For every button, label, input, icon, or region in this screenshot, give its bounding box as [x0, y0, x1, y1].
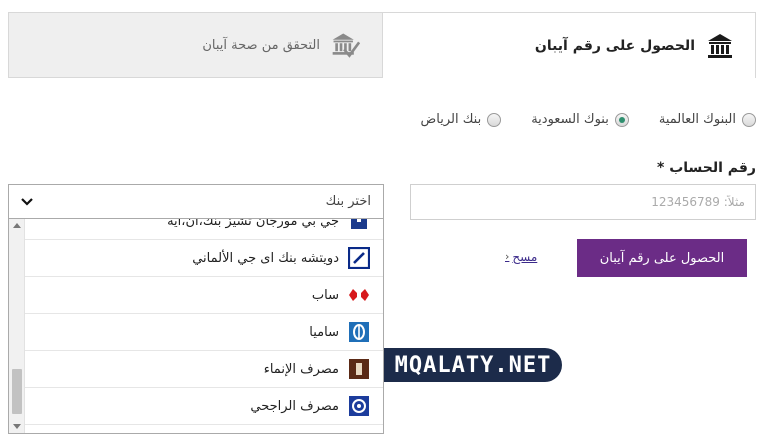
list-scrollbar[interactable]: [9, 219, 25, 433]
alinma-logo-icon: [347, 357, 371, 381]
bank-option[interactable]: ساميا: [25, 314, 383, 351]
radio-intl-label: البنوك العالمية: [658, 112, 736, 127]
bank-option-label: ساميا: [309, 324, 339, 340]
radio-intl-banks[interactable]: البنوك العالمية: [659, 112, 756, 127]
get-iban-button[interactable]: الحصول على رقم آيبان: [577, 239, 747, 277]
radio-intl-dot[interactable]: [742, 112, 756, 127]
alrajhi-logo-icon: [347, 394, 371, 418]
scroll-up-icon[interactable]: [13, 223, 21, 228]
radio-saudi-dot[interactable]: [614, 112, 629, 127]
bank-option[interactable]: مصرف الراجحي: [25, 388, 383, 425]
deutsche-bank-logo-icon: [347, 246, 371, 270]
tab-get-iban[interactable]: الحصول على رقم آيبان: [382, 12, 756, 78]
bank-option[interactable]: جي بي مورجان تشيز بنك،ان،ايه: [25, 219, 383, 240]
radio-riyadh-bank[interactable]: بنك الرياض: [421, 112, 502, 127]
account-number-label: رقم الحساب *: [657, 160, 756, 176]
scroll-thumb[interactable]: [12, 369, 22, 414]
bank-option[interactable]: مصرف الإنماء: [25, 351, 383, 388]
bank-group-radios: بنك الرياض بنوك السعودية البنوك العالمية: [421, 112, 756, 127]
scroll-down-icon[interactable]: [13, 424, 21, 429]
bank-option-label: مصرف الراجحي: [250, 398, 339, 414]
bank-option-label: ساب: [311, 287, 339, 303]
bank-select-value: اختر بنك: [325, 194, 371, 209]
bank-option[interactable]: ساب: [25, 277, 383, 314]
watermark-banner: MQALATY.NET: [384, 348, 562, 382]
samba-logo-icon: [347, 320, 371, 344]
bank-option[interactable]: دويتشه بنك اى جي الألماني: [25, 240, 383, 277]
tab-get-label: الحصول على رقم آيبان: [534, 37, 695, 54]
radio-saudi-label: بنوك السعودية: [531, 112, 609, 127]
jpmorgan-logo-icon: [347, 219, 371, 233]
radio-saudi-banks[interactable]: بنوك السعودية: [531, 112, 629, 127]
sabb-logo-icon: [347, 283, 371, 307]
chevron-left-icon: ‹: [505, 250, 510, 263]
clear-link[interactable]: مسح ‹: [505, 250, 537, 264]
bank-options-list: جي بي مورجان تشيز بنك،ان،ايه دويتشه بنك …: [9, 219, 383, 433]
bank-icon: [705, 31, 735, 61]
bank-option-label: دويتشه بنك اى جي الألماني: [192, 250, 339, 266]
bank-option-label: جي بي مورجان تشيز بنك،ان،ايه: [167, 219, 339, 229]
account-number-input[interactable]: [410, 184, 756, 220]
bank-select[interactable]: اختر بنك جي بي مورجان تشيز بنك،ان،ايه دو…: [8, 184, 384, 434]
tab-verify-iban[interactable]: التحقق من صحة آيبان: [8, 12, 382, 78]
radio-riyadh-dot[interactable]: [487, 112, 502, 127]
chevron-down-icon[interactable]: [21, 194, 33, 210]
bank-option-label: مصرف الإنماء: [263, 361, 339, 377]
radio-riyadh-label: بنك الرياض: [420, 112, 482, 127]
bank-select-header[interactable]: اختر بنك: [9, 185, 383, 219]
bank-check-icon: [330, 30, 360, 60]
tab-bar: التحقق من صحة آيبان الحصول على رقم آيبان: [8, 12, 756, 78]
tab-verify-label: التحقق من صحة آيبان: [202, 37, 320, 53]
clear-label: مسح: [512, 250, 538, 264]
